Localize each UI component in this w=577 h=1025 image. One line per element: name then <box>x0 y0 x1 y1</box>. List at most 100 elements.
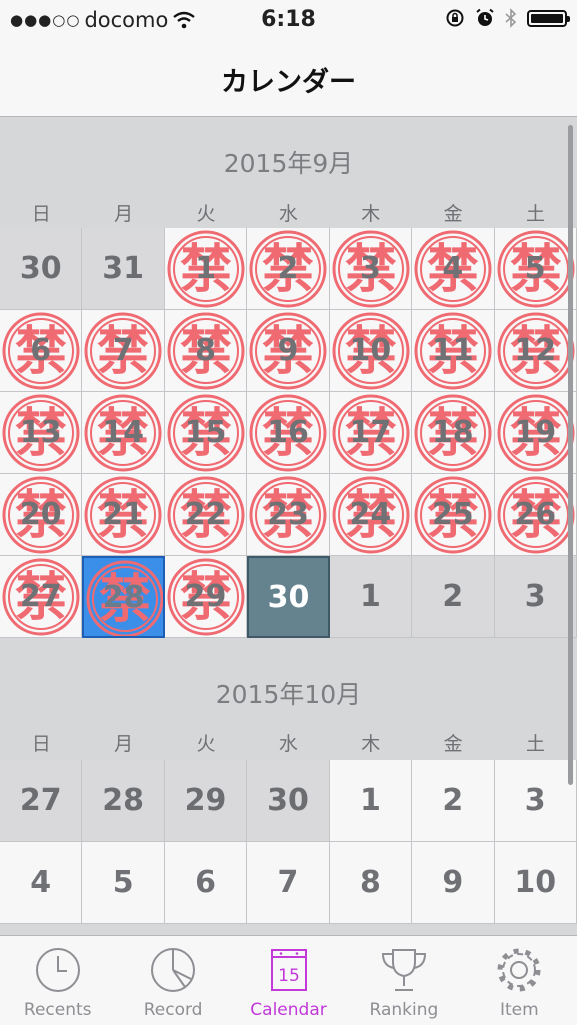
day-cell[interactable]: 禁 22 <box>164 474 248 556</box>
navigation-bar: カレンダー <box>0 40 577 117</box>
calendar-scroll-view[interactable]: 2015年9月 日月火水木金土 30 31 禁 1 禁 2 禁 3 禁 4 禁 5 禁 6 禁 7 禁 8 禁 9 禁 1… <box>0 117 577 935</box>
day-number: 31 <box>102 251 144 286</box>
day-number: 3 <box>359 251 381 286</box>
day-cell[interactable]: 禁6 <box>0 310 83 392</box>
day-cell[interactable]: 禁 16 <box>247 392 330 474</box>
day-number: 8 <box>359 865 381 900</box>
month-header-september: 2015年9月 <box>223 149 354 178</box>
battery-icon <box>527 9 570 27</box>
day-number: 16 <box>267 415 309 450</box>
month-grid-october: 27 28 29 30 1 2 3 4 5 6 7 8 9 10 <box>0 760 577 924</box>
day-number: 1 <box>359 783 381 818</box>
day-cell[interactable]: 6 <box>164 842 248 924</box>
weekday-label: 日 <box>31 203 51 225</box>
day-cell[interactable]: 禁7 <box>82 310 165 392</box>
day-cell[interactable]: 31 <box>82 228 165 310</box>
day-cell[interactable]: 禁4 <box>412 228 495 310</box>
day-number: 3 <box>524 783 546 818</box>
day-cell[interactable]: 禁 15 <box>164 392 248 474</box>
pie-chart-icon <box>151 948 196 992</box>
weekday-label: 火 <box>196 733 216 755</box>
alarm-icon <box>476 8 494 26</box>
day-number: 20 <box>19 497 62 532</box>
day-number: 2 <box>442 579 464 614</box>
day-cell[interactable]: 禁9 <box>247 310 330 392</box>
day-cell[interactable]: 禁8 <box>164 310 248 392</box>
day-number: 27 <box>19 579 62 614</box>
day-cell[interactable]: 1 <box>329 760 413 842</box>
tab-ranking[interactable]: Ranking <box>346 936 461 1025</box>
day-cell[interactable]: 3 <box>494 760 577 842</box>
weekday-label: 土 <box>526 203 546 225</box>
day-cell[interactable]: 禁 23 <box>247 474 330 556</box>
day-number: 23 <box>267 497 309 532</box>
day-cell[interactable]: 禁3 <box>329 228 413 310</box>
day-cell[interactable]: 禁 19 <box>494 392 577 474</box>
day-cell[interactable]: 2 <box>412 556 495 638</box>
status-bar: ●●●○○ docomo 6:18 <box>0 0 577 40</box>
day-number: 22 <box>184 497 227 532</box>
weekday-label: 金 <box>443 203 463 225</box>
tab-record[interactable]: Record <box>115 936 230 1025</box>
day-number: 13 <box>19 415 62 450</box>
day-cell[interactable]: 27 <box>0 760 83 842</box>
tab-recents[interactable]: Recents <box>0 936 115 1025</box>
tab-label: Item <box>499 1000 539 1020</box>
day-cell[interactable]: 禁 24 <box>329 474 413 556</box>
day-number: 17 <box>349 415 392 450</box>
day-cell[interactable]: 1 <box>329 556 413 638</box>
day-number: 18 <box>431 415 474 450</box>
day-cell[interactable]: 禁 20 <box>0 474 83 556</box>
day-cell[interactable]: 9 <box>412 842 495 924</box>
day-number: 11 <box>431 333 474 368</box>
weekday-label: 月 <box>114 203 134 225</box>
day-cell[interactable]: 禁 25 <box>412 474 495 556</box>
day-number: 10 <box>349 333 392 368</box>
day-cell-selected[interactable]: 禁 28 <box>82 556 165 638</box>
day-cell[interactable]: 30 <box>247 760 330 842</box>
day-cell[interactable]: 禁2 <box>247 228 330 310</box>
weekday-label: 金 <box>443 733 463 755</box>
day-number: 3 <box>524 579 546 614</box>
day-cell[interactable]: 禁 21 <box>82 474 165 556</box>
gear-icon <box>497 948 541 992</box>
day-number: 5 <box>112 865 134 900</box>
day-cell[interactable]: 8 <box>329 842 413 924</box>
weekday-label: 月 <box>114 733 134 755</box>
day-cell-today[interactable]: 30 <box>247 556 330 638</box>
day-cell[interactable]: 4 <box>0 842 83 924</box>
day-cell[interactable]: 3 <box>494 556 577 638</box>
scrollbar[interactable] <box>568 125 573 785</box>
day-number: 6 <box>30 333 52 368</box>
day-cell[interactable]: 禁 13 <box>0 392 83 474</box>
day-cell[interactable]: 5 <box>82 842 165 924</box>
day-cell[interactable]: 28 <box>82 760 165 842</box>
day-cell[interactable]: 禁 26 <box>494 474 577 556</box>
day-cell[interactable]: 29 <box>164 760 248 842</box>
day-number: 9 <box>277 333 299 368</box>
weekday-label: 木 <box>361 203 381 225</box>
day-cell[interactable]: 2 <box>412 760 495 842</box>
day-cell[interactable]: 禁 14 <box>82 392 165 474</box>
day-cell[interactable]: 禁1 <box>164 228 248 310</box>
day-cell[interactable]: 禁 12 <box>494 310 577 392</box>
day-cell[interactable]: 30 <box>0 228 83 310</box>
tab-item[interactable]: Item <box>462 936 577 1025</box>
day-number: 9 <box>442 865 464 900</box>
day-cell[interactable]: 禁 27 <box>0 556 83 638</box>
weekday-label: 火 <box>196 203 216 225</box>
day-cell[interactable]: 禁 29 <box>164 556 248 638</box>
day-cell[interactable]: 禁 11 <box>412 310 495 392</box>
day-cell[interactable]: 禁5 <box>494 228 577 310</box>
weekday-label: 水 <box>278 733 298 755</box>
day-cell[interactable]: 7 <box>247 842 330 924</box>
day-number: 25 <box>431 497 474 532</box>
day-cell[interactable]: 10 <box>494 842 577 924</box>
day-cell[interactable]: 禁 17 <box>329 392 413 474</box>
day-cell[interactable]: 禁 10 <box>329 310 413 392</box>
day-number: 2 <box>277 251 299 286</box>
day-number: 30 <box>19 251 62 286</box>
day-number: 27 <box>19 783 62 818</box>
day-cell[interactable]: 禁 18 <box>412 392 495 474</box>
tab-calendar[interactable]: 15 Calendar <box>231 936 346 1025</box>
